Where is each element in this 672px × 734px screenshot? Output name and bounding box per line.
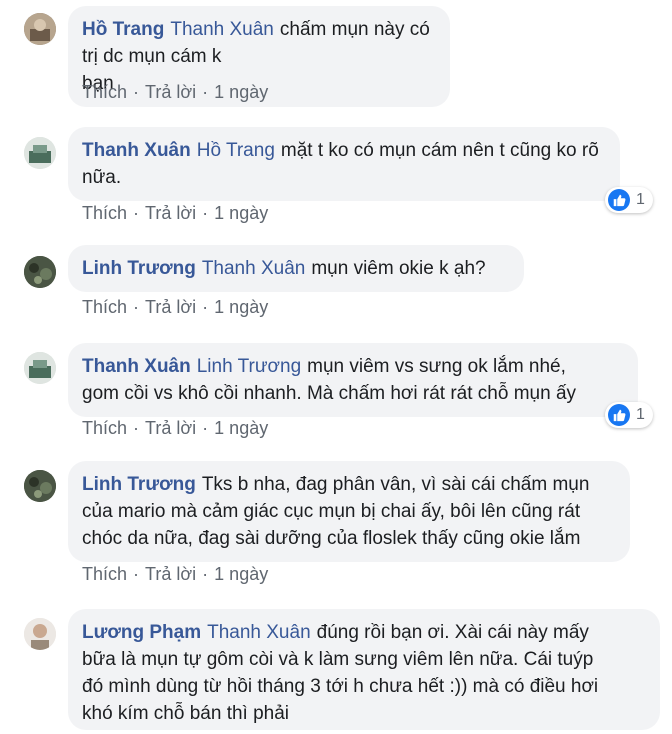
- comment-mention[interactable]: Linh Trương: [197, 356, 301, 377]
- comment-author[interactable]: Thanh Xuân: [82, 140, 191, 161]
- avatar[interactable]: [24, 137, 56, 169]
- comment-text-line: nữa.: [82, 167, 122, 188]
- comment-actions: Thích · Trả lời · 1 ngày: [82, 418, 269, 438]
- reaction-count-value: 1: [636, 191, 645, 208]
- comment-bubble: Thanh Xuân Linh Trương mụn viêm vs sưng ok…: [68, 343, 638, 417]
- comment-bubble: Linh Trương Tks b nha, đag phân vân, vì s…: [68, 461, 630, 562]
- avatar[interactable]: [24, 256, 56, 288]
- avatar[interactable]: [24, 470, 56, 502]
- comment-timestamp[interactable]: 1 ngày: [214, 82, 268, 102]
- comment-actions: Thích · Trả lời · 1 ngày: [82, 564, 269, 584]
- like-link[interactable]: Thích: [82, 564, 127, 584]
- reply-link[interactable]: Trả lời: [145, 297, 196, 317]
- reply-link[interactable]: Trả lời: [145, 82, 196, 102]
- avatar[interactable]: [24, 13, 56, 45]
- comment-bubble: Thanh Xuân Hồ Trang mặt t ko có mụn cám nê…: [68, 127, 620, 201]
- avatar[interactable]: [24, 352, 56, 384]
- comment-mention[interactable]: Thanh Xuân: [207, 622, 311, 643]
- comment-mention[interactable]: Hồ Trang: [197, 140, 275, 161]
- reaction-count[interactable]: 1: [605, 187, 653, 213]
- comment-author[interactable]: Hồ Trang: [82, 19, 164, 40]
- comment-text-line: của mario mà cảm giác cục mụn bị chai ấy…: [82, 501, 581, 522]
- comment-text-line: mụn viêm okie k ạh?: [311, 258, 486, 279]
- comment-author[interactable]: Linh Trương: [82, 258, 196, 279]
- avatar[interactable]: [24, 618, 56, 650]
- comment-author[interactable]: Linh Trương: [82, 474, 196, 495]
- comment-bubble: Linh Trương Thanh Xuân mụn viêm okie k ạh?: [68, 245, 524, 292]
- comment-actions: Thích · Trả lời · 1 ngày: [82, 82, 269, 102]
- reply-link[interactable]: Trả lời: [145, 564, 196, 584]
- comment-actions: Thích · Trả lời · 1 ngày: [82, 203, 269, 223]
- like-link[interactable]: Thích: [82, 203, 127, 223]
- reply-link[interactable]: Trả lời: [145, 418, 196, 438]
- comment-text-line: đúng rồi bạn ơi. Xài cái này mấy: [316, 622, 589, 643]
- comment-mention[interactable]: Thanh Xuân: [202, 258, 306, 279]
- comment-author[interactable]: Thanh Xuân: [82, 356, 191, 377]
- like-link[interactable]: Thích: [82, 82, 127, 102]
- comment-text-line: gom cồi vs khô cồi nhanh. Mà chấm hơi rá…: [82, 383, 577, 404]
- reaction-count-value: 1: [636, 406, 645, 423]
- comment-text-line: bữa là mụn tự gôm còi và k làm sưng viêm…: [82, 649, 594, 670]
- comment-timestamp[interactable]: 1 ngày: [214, 564, 268, 584]
- comment-text-line: mụn viêm vs sưng ok lắm nhé,: [307, 356, 566, 377]
- like-icon: [608, 189, 630, 211]
- comment-text-line: Tks b nha, đag phân vân, vì sài cái chấm…: [201, 474, 590, 495]
- comment-text-line: khó kím chỗ bán thì phải: [82, 703, 290, 724]
- like-link[interactable]: Thích: [82, 418, 127, 438]
- reaction-count[interactable]: 1: [605, 402, 653, 428]
- like-icon: [608, 404, 630, 426]
- comment-timestamp[interactable]: 1 ngày: [214, 418, 268, 438]
- comment-text-line: đó mình dùng từ hồi tháng 3 tới h chưa h…: [82, 676, 599, 697]
- reply-link[interactable]: Trả lời: [145, 203, 196, 223]
- like-link[interactable]: Thích: [82, 297, 127, 317]
- comment-mention[interactable]: Thanh Xuân: [170, 19, 274, 40]
- comment-timestamp[interactable]: 1 ngày: [214, 297, 268, 317]
- comment-bubble: Lương Phạm Thanh Xuân đúng rồi bạn ơi. Xài…: [68, 609, 660, 730]
- comment-author[interactable]: Lương Phạm: [82, 622, 201, 643]
- comment-actions: Thích · Trả lời · 1 ngày: [82, 297, 269, 317]
- comment-text-line: mặt t ko có mụn cám nên t cũng ko rõ: [280, 140, 599, 161]
- comment-timestamp[interactable]: 1 ngày: [214, 203, 268, 223]
- comment-text-line: chóc da nữa, đag sài dưỡng của floslek t…: [82, 528, 581, 549]
